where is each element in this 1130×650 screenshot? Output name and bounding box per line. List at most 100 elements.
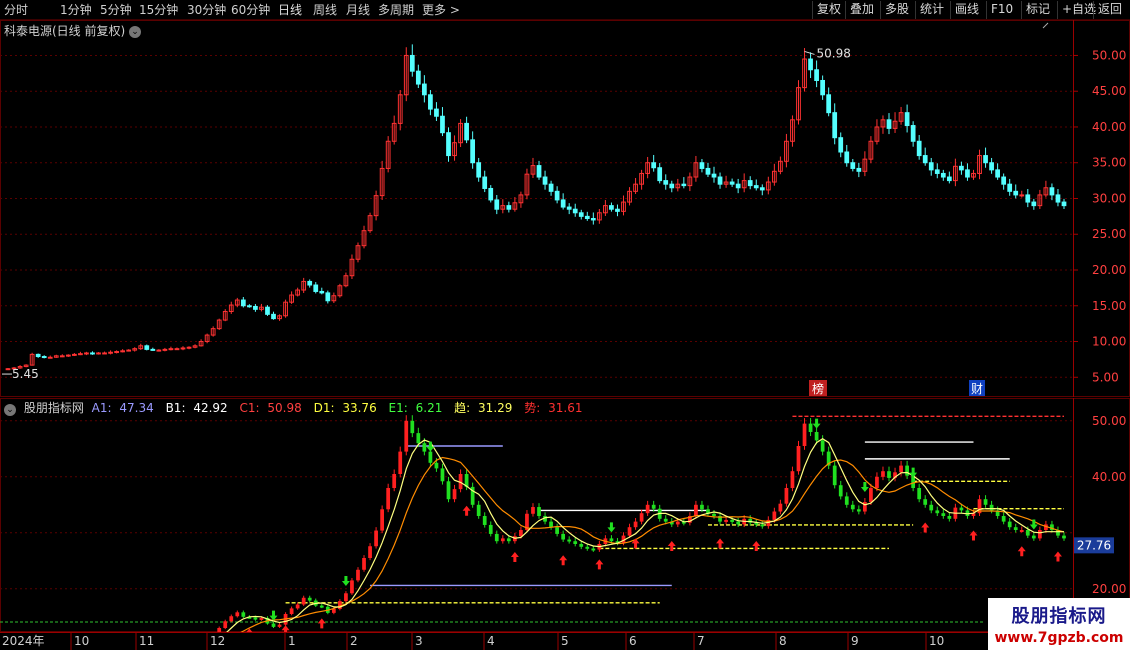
main-candle-body: [186, 346, 192, 349]
sub-bar-body: [374, 530, 378, 547]
buy-arrow-icon: [462, 505, 471, 516]
sub-y-tick-label: 50.00: [1092, 414, 1126, 428]
mark-button[interactable]: 标记: [1021, 1, 1054, 19]
action-button-7[interactable]: 返回: [1093, 1, 1126, 19]
period-tab-4[interactable]: 30分钟: [187, 2, 226, 18]
period-tab-6[interactable]: 日线: [278, 2, 302, 18]
sub-bar-body: [319, 605, 324, 608]
buy-arrow-icon: [667, 540, 676, 551]
sub-bar-body: [386, 488, 391, 510]
main-candle-body: [240, 299, 246, 307]
financial-marker-label: 财: [971, 382, 983, 396]
sub-bar-body: [434, 462, 439, 469]
buy-arrow-icon: [752, 540, 761, 551]
main-candlestick-chart[interactable]: 50.00 45.00 40.00 35.00 30.00 25.00 20.00 15.00…: [0, 20, 1130, 397]
main-y-tick-label: 35.00: [1092, 156, 1126, 170]
high-price-label: 50.98: [817, 46, 851, 60]
date-axis: 2024年 10 11 12 1 2 3 4 5 6 7 8 9 10: [0, 632, 1130, 650]
action-button-0[interactable]: 复权: [812, 1, 845, 19]
sub-bar-body: [730, 519, 734, 522]
period-tab-3[interactable]: 15分钟: [139, 2, 178, 18]
main-candle-body: [928, 162, 934, 171]
main-y-tick-label: 10.00: [1092, 335, 1126, 349]
action-button-3[interactable]: 统计: [915, 1, 948, 19]
sub-bar-body: [1019, 530, 1024, 532]
buy-arrow-icon: [559, 555, 568, 566]
power-label: 势:: [524, 401, 541, 415]
period-tab-7[interactable]: 周线: [313, 2, 337, 18]
main-candle-body: [78, 353, 83, 356]
main-candle-body: [916, 140, 922, 157]
sub-bar-body: [549, 521, 553, 528]
main-candle-body: [156, 349, 162, 352]
sub-bar-body: [422, 443, 427, 452]
indicator-sub-chart[interactable]: 50.00 40.00 20.00 27.76: [0, 398, 1130, 632]
sub-bar-body: [881, 471, 885, 477]
current-price-label: 27.76: [1077, 538, 1111, 552]
period-tab-2[interactable]: 5分钟: [100, 2, 132, 18]
period-tab-9[interactable]: 多周期: [378, 2, 414, 18]
action-button-5[interactable]: F10: [986, 1, 1017, 19]
sub-bar-body: [307, 597, 312, 601]
main-candle-body: [434, 108, 439, 117]
month-label-3: 3: [415, 634, 423, 648]
main-candle-body: [428, 94, 433, 110]
main-candle-body: [542, 176, 548, 185]
main-candle-body: [144, 345, 150, 350]
sub-bar-body: [778, 503, 783, 512]
sub-bar-body: [356, 569, 360, 581]
main-candle-body: [663, 180, 669, 185]
period-tab-1[interactable]: 1分钟: [60, 2, 92, 18]
period-tab-8[interactable]: 月线: [346, 2, 370, 18]
main-candle-body: [566, 206, 572, 210]
sell-arrow-icon: [812, 418, 821, 429]
main-candle-body: [729, 181, 735, 185]
action-button-1[interactable]: 叠加: [845, 1, 878, 19]
sub-bar-body: [850, 504, 855, 510]
period-tab-5[interactable]: 60分钟: [231, 2, 270, 18]
main-candle-body: [590, 218, 596, 221]
sub-bar-body: [392, 474, 397, 488]
leaderboard-marker-label: 榜: [812, 381, 824, 396]
main-candle-body: [325, 292, 331, 302]
main-candle-body: [84, 352, 89, 355]
main-candle-body: [168, 348, 174, 351]
sub-bar-body: [929, 504, 934, 511]
main-candle-body: [482, 176, 488, 189]
main-candle-body: [759, 187, 765, 191]
main-candle-body: [319, 290, 325, 294]
main-candle-body: [126, 349, 132, 352]
sub-bar-body: [875, 476, 879, 488]
sub-bar-body: [917, 488, 922, 500]
main-candle-body: [96, 352, 101, 355]
chevron-down-icon[interactable]: ⌄: [129, 25, 142, 38]
action-button-4[interactable]: 画线: [950, 1, 983, 19]
main-candle-body: [584, 215, 590, 220]
main-candle-body: [108, 351, 113, 354]
main-candle-body: [808, 58, 813, 71]
sub-bar-body: [1025, 530, 1030, 536]
main-candle-body: [59, 355, 65, 358]
stock-title: 科泰电源(日线 前复权): [4, 24, 126, 38]
main-candle-body: [265, 306, 270, 315]
main-candle-body: [476, 162, 482, 178]
sub-bar-body: [1037, 530, 1042, 539]
main-candle-body: [1049, 187, 1055, 196]
period-tab-10[interactable]: 更多 >: [422, 2, 460, 18]
sub-bar-body: [591, 548, 596, 551]
sub-bar-body: [573, 541, 578, 544]
main-candle-body: [989, 162, 994, 171]
main-candle-body: [1001, 176, 1007, 185]
period-tab-0[interactable]: 分时: [4, 2, 28, 18]
sub-bar-body: [241, 612, 246, 617]
main-candle-body: [681, 183, 687, 187]
e1-value: 6.21: [415, 401, 443, 415]
collapse-icon[interactable]: ⌄: [4, 404, 16, 416]
action-button-2[interactable]: 多股: [880, 1, 913, 19]
a1-value: 47.34: [119, 401, 154, 415]
sub-bar-body: [802, 423, 807, 446]
main-candle-body: [150, 348, 156, 351]
sub-bar-body: [289, 608, 294, 614]
b1-label: B1:: [165, 401, 186, 415]
main-candle-body: [922, 155, 928, 164]
